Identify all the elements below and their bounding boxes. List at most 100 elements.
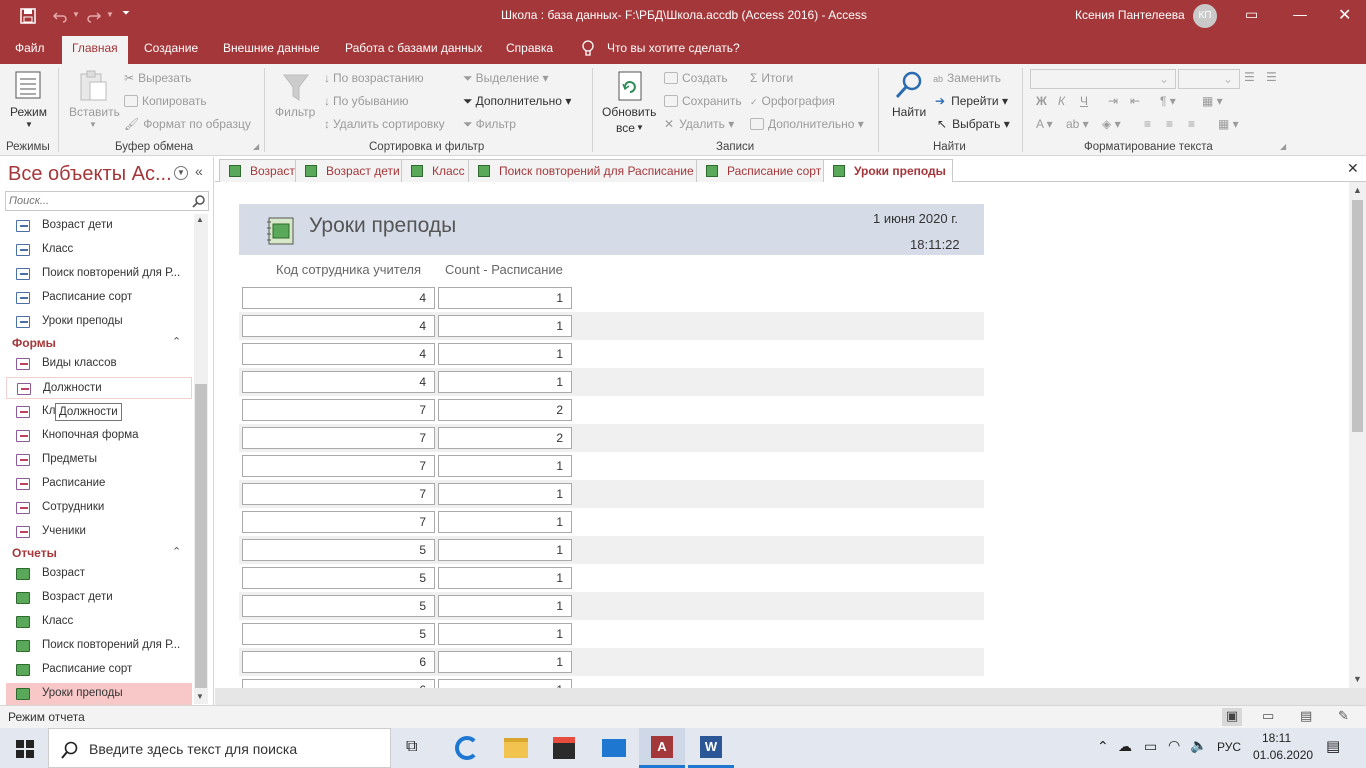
layout-view-icon[interactable]: ▤ (1300, 708, 1312, 724)
text-format-launcher-icon[interactable]: ◢ (1280, 142, 1286, 151)
clock-time[interactable]: 18:11 (1262, 731, 1291, 745)
replace-button[interactable]: ab Заменить (933, 71, 1001, 85)
taskbar-search-box[interactable]: Введите здесь текст для поиска (48, 728, 391, 768)
nav-search-box[interactable] (5, 191, 209, 211)
nav-form-item[interactable]: Должности (6, 377, 192, 399)
tell-me-input[interactable]: Что вы хотите сделать? (607, 41, 740, 55)
redo-icon[interactable] (86, 8, 102, 24)
font-color-icon[interactable]: A ▾ (1036, 117, 1053, 131)
new-record-button[interactable]: Создать (664, 71, 728, 85)
report-view-icon[interactable]: ▣ (1222, 708, 1242, 726)
wifi-icon[interactable]: ◠ (1168, 737, 1180, 754)
clock-date[interactable]: 01.06.2020 (1253, 748, 1313, 762)
doc-tab-active[interactable]: Уроки преподы (823, 159, 953, 182)
nav-query-item[interactable]: Класс (6, 239, 192, 261)
nav-form-item[interactable]: Сотрудники (6, 497, 192, 519)
mail-icon[interactable] (602, 739, 626, 757)
customize-qat-icon[interactable]: ⏷ (122, 8, 130, 19)
paragraph-icon[interactable]: ¶ ▾ (1160, 94, 1176, 108)
align-right-icon[interactable]: ≡ (1188, 117, 1195, 131)
nav-scrollbar[interactable]: ▲ ▼ (194, 214, 208, 704)
nav-form-item[interactable]: Виды классов (6, 353, 192, 375)
select-button[interactable]: ↖ Выбрать ▾ (937, 117, 1010, 131)
decrease-indent-icon[interactable]: ⇤ (1130, 94, 1140, 108)
nav-search-input[interactable] (9, 193, 187, 209)
save-record-button[interactable]: Сохранить (664, 94, 742, 108)
align-left-icon[interactable]: ≡ (1144, 117, 1151, 131)
doc-tab[interactable]: Поиск повторений для Расписание (468, 159, 701, 182)
print-preview-icon[interactable]: ▭ (1262, 708, 1274, 724)
toggle-filter-button[interactable]: ⏷ Фильтр (463, 117, 516, 132)
sort-asc-button[interactable]: ↓ По возрастанию (324, 71, 424, 85)
alt-row-color-icon[interactable]: ▦ ▾ (1218, 117, 1239, 131)
onedrive-icon[interactable]: ☁ (1118, 738, 1132, 755)
highlight-icon[interactable]: ab ▾ (1066, 117, 1089, 131)
goto-button[interactable]: ➔ Перейти ▾ (935, 94, 1008, 108)
copy-button[interactable]: Копировать (124, 94, 207, 108)
report-vertical-scrollbar[interactable]: ▲ ▼ (1349, 182, 1366, 688)
file-explorer-icon[interactable] (504, 738, 528, 758)
italic-button[interactable]: К (1058, 94, 1065, 108)
totals-button[interactable]: Σ Итоги (750, 71, 793, 85)
shutter-bar-close-icon[interactable]: « (195, 163, 203, 179)
access-taskbar-button[interactable]: A (639, 728, 685, 768)
delete-record-button[interactable]: ✕ Удалить ▾ (664, 117, 734, 131)
font-name-select[interactable]: ⌄ (1030, 69, 1176, 89)
nav-header[interactable]: Все объекты Ac... (8, 163, 172, 186)
nav-scroll-thumb[interactable] (195, 384, 207, 688)
nav-report-item[interactable]: Возраст (6, 563, 192, 585)
scroll-up-icon[interactable]: ▲ (1353, 185, 1362, 195)
tab-database-tools[interactable]: Работа с базами данных (345, 41, 482, 55)
font-size-select[interactable]: ⌄ (1178, 69, 1240, 89)
store-icon[interactable] (553, 737, 575, 759)
reports-section-header[interactable]: Отчеты (12, 546, 57, 560)
volume-icon[interactable]: 🔈 (1190, 737, 1207, 754)
nav-query-item[interactable]: Возраст дети (6, 215, 192, 237)
collapse-section-icon[interactable]: ⌃ (172, 335, 181, 348)
nav-form-item[interactable]: Предметы (6, 449, 192, 471)
search-icon[interactable] (192, 194, 206, 208)
advanced-filter-button[interactable]: ⏷ Дополнительно ▾ (463, 94, 571, 109)
language-indicator[interactable]: РУС (1217, 740, 1241, 754)
selection-button[interactable]: ⏷ Выделение ▾ (463, 71, 549, 86)
align-center-icon[interactable]: ≡ (1166, 117, 1173, 131)
word-taskbar-button[interactable]: W (688, 728, 734, 768)
minimize-icon[interactable]: — (1293, 6, 1307, 22)
scroll-up-icon[interactable]: ▲ (196, 215, 204, 224)
tab-external-data[interactable]: Внешние данные (223, 41, 320, 55)
doc-tab[interactable]: Класс (401, 159, 472, 182)
windows-start-icon[interactable] (16, 740, 34, 758)
more-records-button[interactable]: Дополнительно ▾ (750, 117, 864, 131)
nav-query-item[interactable]: Уроки преподы (6, 311, 192, 333)
format-painter-button[interactable]: 🖌 Формат по образцу (124, 117, 251, 131)
avatar[interactable]: КП (1193, 4, 1217, 28)
fill-color-icon[interactable]: ◈ ▾ (1102, 117, 1121, 131)
bold-button[interactable]: Ж (1036, 94, 1047, 108)
remove-sort-button[interactable]: ↕ Удалить сортировку (324, 117, 445, 131)
nav-report-item-selected[interactable]: Уроки преподы (6, 683, 192, 705)
tray-chevron-icon[interactable]: ⌃ (1097, 738, 1109, 755)
tab-create[interactable]: Создание (144, 41, 198, 55)
forms-section-header[interactable]: Формы (12, 336, 56, 350)
nav-query-item[interactable]: Расписание сорт (6, 287, 192, 309)
user-name[interactable]: Ксения Пантелеева (1075, 8, 1185, 22)
report-scroll-thumb[interactable] (1352, 200, 1363, 432)
nav-form-item[interactable]: Ученики (6, 521, 192, 543)
close-window-icon[interactable]: ✕ (1338, 5, 1351, 25)
close-document-icon[interactable]: ✕ (1347, 160, 1359, 177)
edge-icon[interactable] (455, 736, 479, 760)
scroll-down-icon[interactable]: ▼ (196, 692, 204, 701)
scroll-down-icon[interactable]: ▼ (1353, 674, 1362, 684)
spelling-button[interactable]: ✓ Орфография (750, 94, 835, 108)
doc-tab[interactable]: Расписание сорт (696, 159, 829, 182)
notifications-icon[interactable]: ▤ (1326, 737, 1340, 755)
tab-home[interactable]: Главная (62, 36, 128, 64)
save-icon[interactable] (20, 8, 36, 24)
nav-menu-dropdown-icon[interactable]: ▼ (174, 166, 188, 180)
nav-report-item[interactable]: Расписание сорт (6, 659, 192, 681)
nav-report-item[interactable]: Возраст дети (6, 587, 192, 609)
nav-report-item[interactable]: Поиск повторений для Р... (6, 635, 192, 657)
nav-form-item[interactable]: Кнопочная форма (6, 425, 192, 447)
nav-report-item[interactable]: Класс (6, 611, 192, 633)
tab-help[interactable]: Справка (506, 41, 553, 55)
